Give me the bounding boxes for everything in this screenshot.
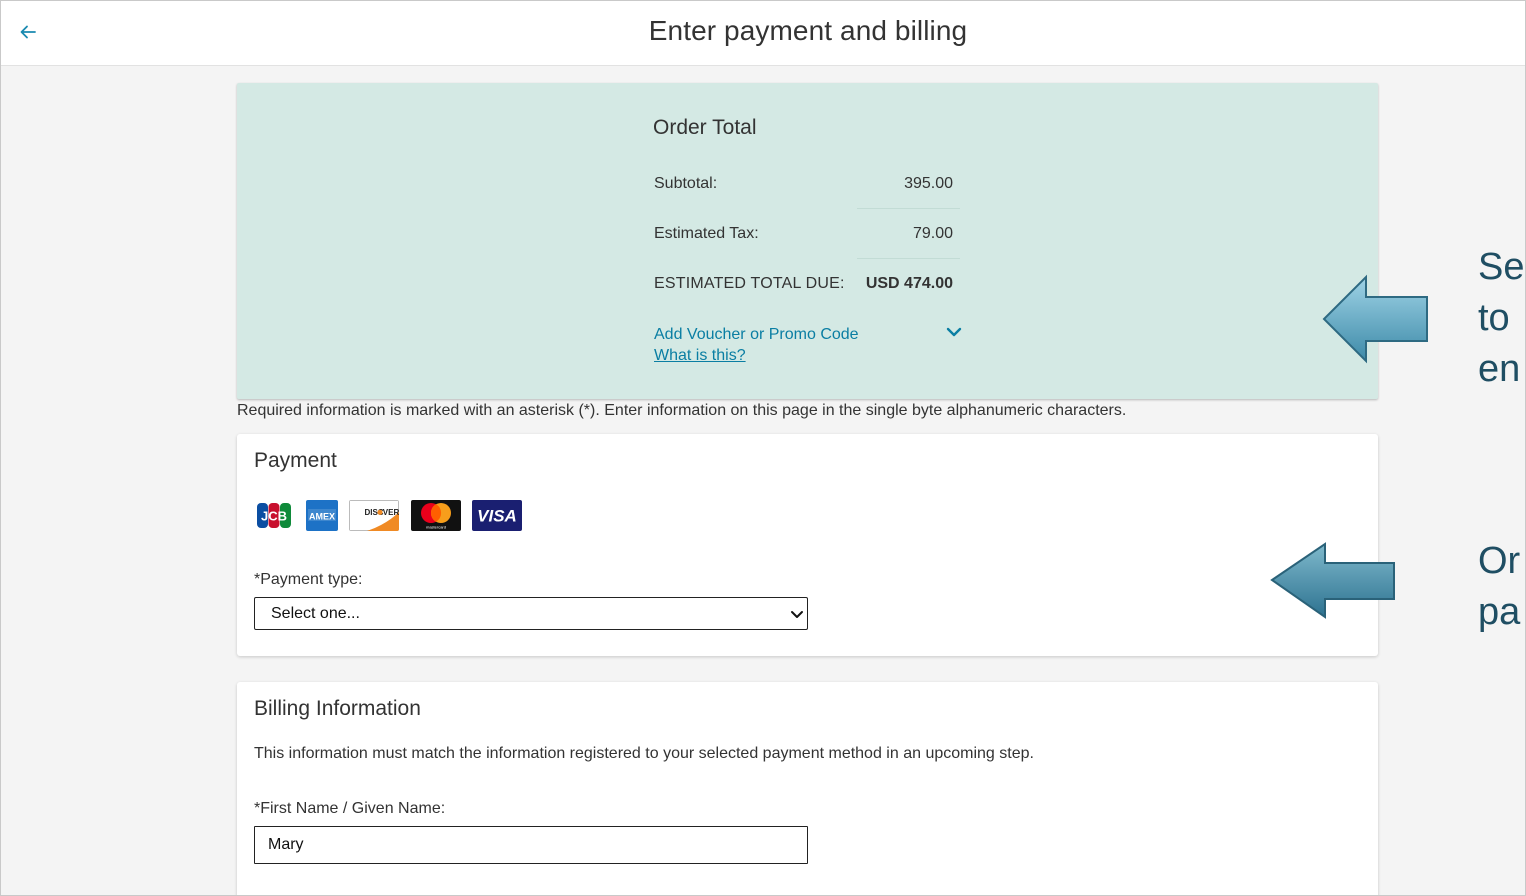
total-due-label: ESTIMATED TOTAL DUE: (654, 275, 845, 292)
chevron-down-icon[interactable] (943, 321, 965, 343)
billing-note: This information must match the informat… (254, 745, 1034, 762)
annotation-line: en (1478, 348, 1521, 390)
chevron-down-icon (791, 611, 803, 618)
svg-text:VER: VER (383, 508, 399, 517)
payment-type-select[interactable]: Select one... (254, 597, 808, 630)
first-name-field[interactable]: Mary (254, 826, 808, 864)
tax-value: 79.00 (912, 225, 953, 242)
add-voucher-link[interactable]: Add Voucher or Promo Code (654, 326, 859, 344)
payment-type-value: Select one... (271, 605, 360, 622)
annotation-text: Or pa (1478, 536, 1520, 638)
total-due-value: USD 474.00 (865, 275, 953, 292)
annotation-text: Se to en (1478, 242, 1524, 395)
tax-label: Estimated Tax: (654, 225, 759, 242)
svg-text:mastercard: mastercard (426, 525, 446, 530)
what-is-this-link[interactable]: What is this? (654, 347, 746, 365)
annotation-line: Or (1478, 540, 1521, 582)
required-info-note: Required information is marked with an a… (237, 402, 1127, 419)
jcb-logo-icon: JCB (254, 500, 294, 531)
first-name-value: Mary (268, 836, 304, 853)
subtotal-value: 395.00 (904, 175, 953, 192)
annotation-arrow-left-icon (1322, 274, 1428, 364)
svg-text:VISA: VISA (477, 507, 517, 526)
first-name-label: *First Name / Given Name: (254, 800, 446, 817)
billing-section: Billing Information This information mus… (237, 682, 1378, 895)
browser-frame: Enter payment and billing Order Total Su… (0, 0, 1526, 896)
divider (857, 208, 960, 209)
annotation-arrow-left-icon (1270, 542, 1395, 619)
payment-title: Payment (254, 449, 337, 472)
billing-title: Billing Information (254, 697, 421, 720)
payment-type-label: *Payment type: (254, 571, 363, 588)
page-title: Enter payment and billing (648, 15, 968, 46)
annotation-line: Se (1478, 246, 1525, 288)
annotation-line: to (1478, 297, 1510, 339)
svg-text:JCB: JCB (261, 509, 287, 524)
subtotal-label: Subtotal: (654, 175, 718, 192)
order-total-title: Order Total (653, 116, 757, 139)
order-total-panel: Order Total Subtotal: 395.00 Estimated T… (237, 83, 1378, 399)
top-bar: Enter payment and billing (1, 1, 1525, 66)
annotation-line: pa (1478, 591, 1521, 633)
svg-text:AMEX: AMEX (309, 512, 335, 522)
visa-logo-icon: VISA (472, 500, 522, 531)
payment-section: Payment JCB AMEX DISC VER mastercard VIS… (237, 434, 1378, 656)
mastercard-logo-icon: mastercard (411, 500, 461, 531)
amex-logo-icon: AMEX (306, 500, 338, 531)
divider (857, 258, 960, 259)
discover-logo-icon: DISC VER (349, 500, 399, 531)
